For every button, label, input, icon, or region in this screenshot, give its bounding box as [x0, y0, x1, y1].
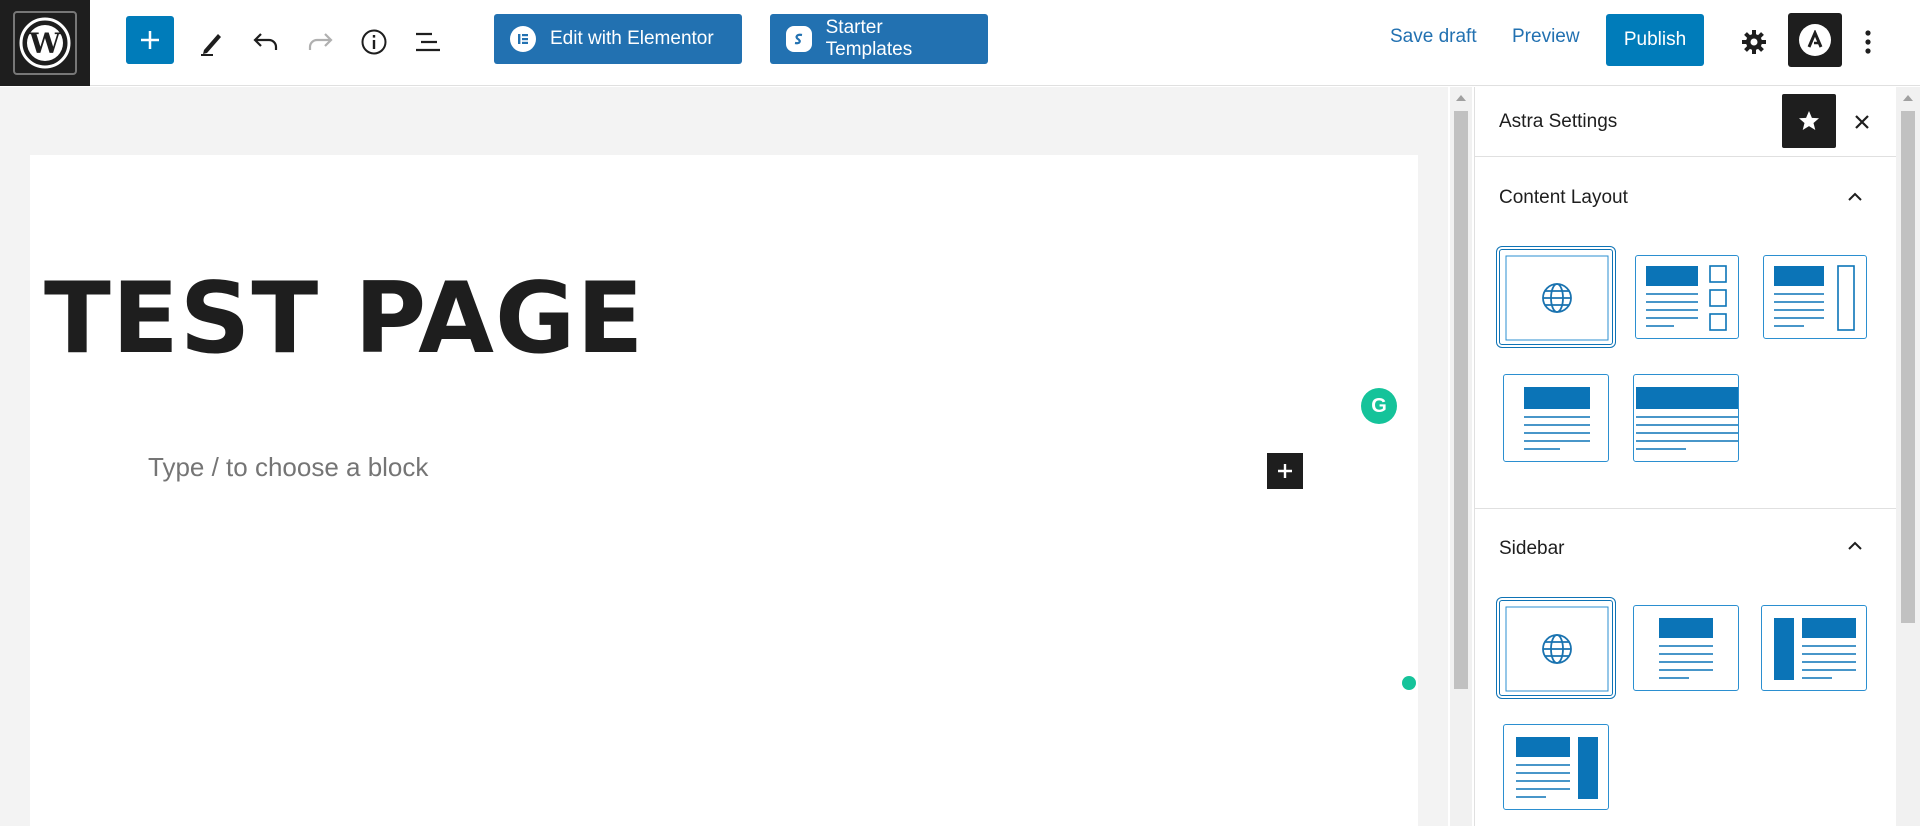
editor-canvas[interactable] [30, 155, 1418, 826]
sidebar-scrollbar-thumb[interactable] [1901, 111, 1915, 623]
redo-icon [308, 33, 333, 50]
page-title[interactable]: TEST PAGE [44, 270, 644, 368]
editor-header: W Edit with Elementor Starter Templates … [0, 0, 1920, 86]
content-layout-content-boxed[interactable] [1763, 255, 1867, 339]
more-vertical-icon [1865, 30, 1871, 54]
tools-button[interactable] [188, 18, 236, 66]
plus-icon [141, 31, 159, 49]
sidebar-scrollbar[interactable] [1896, 87, 1920, 826]
editor-scrollbar[interactable] [1450, 87, 1472, 826]
starter-templates-label: Starter Templates [825, 17, 913, 60]
pencil-icon [201, 34, 221, 56]
wordpress-icon: W [13, 11, 77, 75]
grammarly-icon: G [1371, 394, 1387, 417]
star-icon [1799, 111, 1819, 130]
sidebar-layout-default[interactable] [1499, 600, 1613, 696]
svg-text:W: W [28, 27, 61, 60]
block-placeholder[interactable]: Type / to choose a block [148, 452, 428, 483]
grammarly-status-dot [1402, 676, 1416, 690]
astra-logo-icon [1799, 24, 1831, 56]
sidebar-header: Astra Settings [1475, 87, 1897, 157]
starter-templates-button[interactable]: Starter Templates [770, 14, 988, 64]
list-view-button[interactable] [404, 18, 452, 66]
close-icon [1855, 115, 1869, 129]
gear-icon [1742, 30, 1766, 54]
elementor-icon [510, 26, 536, 52]
edit-with-elementor-label: Edit with Elementor [550, 28, 714, 49]
edit-with-elementor-button[interactable]: Edit with Elementor [494, 14, 742, 64]
info-icon [361, 29, 387, 55]
sidebar-layout-left[interactable] [1761, 605, 1867, 691]
close-sidebar-button[interactable] [1845, 105, 1879, 139]
pin-sidebar-button[interactable] [1782, 94, 1836, 148]
content-layout-narrow[interactable] [1503, 374, 1609, 462]
wordpress-logo-button[interactable]: W [0, 0, 90, 86]
list-view-icon [416, 32, 440, 52]
redo-button[interactable] [296, 18, 344, 66]
add-block-button[interactable] [126, 16, 174, 64]
grammarly-button[interactable]: G [1361, 388, 1397, 424]
inline-add-block-button[interactable] [1267, 453, 1303, 489]
scroll-up-arrow-icon[interactable] [1456, 95, 1466, 101]
starter-templates-icon [786, 26, 812, 52]
section-divider [1475, 508, 1897, 509]
undo-icon [253, 33, 278, 50]
sidebar-title: Astra Settings [1499, 111, 1618, 132]
sidebar-layout-none[interactable] [1633, 605, 1739, 691]
settings-button[interactable] [1730, 18, 1778, 66]
preview-button[interactable]: Preview [1512, 26, 1580, 48]
options-menu-button[interactable] [1844, 18, 1892, 66]
undo-button[interactable] [242, 18, 290, 66]
chevron-up-icon[interactable] [1843, 534, 1867, 558]
save-draft-button[interactable]: Save draft [1390, 26, 1477, 48]
content-layout-full-width[interactable] [1633, 374, 1739, 462]
sidebar-layout-right[interactable] [1503, 724, 1609, 810]
editor-scrollbar-thumb[interactable] [1454, 111, 1468, 689]
content-layout-default[interactable] [1499, 249, 1613, 345]
content-layout-title[interactable]: Content Layout [1499, 187, 1628, 209]
content-layout-boxed[interactable] [1635, 255, 1739, 339]
details-button[interactable] [350, 18, 398, 66]
sidebar-section-title[interactable]: Sidebar [1499, 538, 1565, 560]
astra-settings-toggle[interactable] [1788, 13, 1842, 67]
scroll-up-arrow-icon[interactable] [1903, 95, 1913, 101]
astra-settings-sidebar: Astra Settings Content Layout Sidebar [1474, 87, 1897, 826]
publish-button[interactable]: Publish [1606, 14, 1704, 66]
chevron-up-icon[interactable] [1843, 185, 1867, 209]
plus-icon [1278, 464, 1292, 478]
